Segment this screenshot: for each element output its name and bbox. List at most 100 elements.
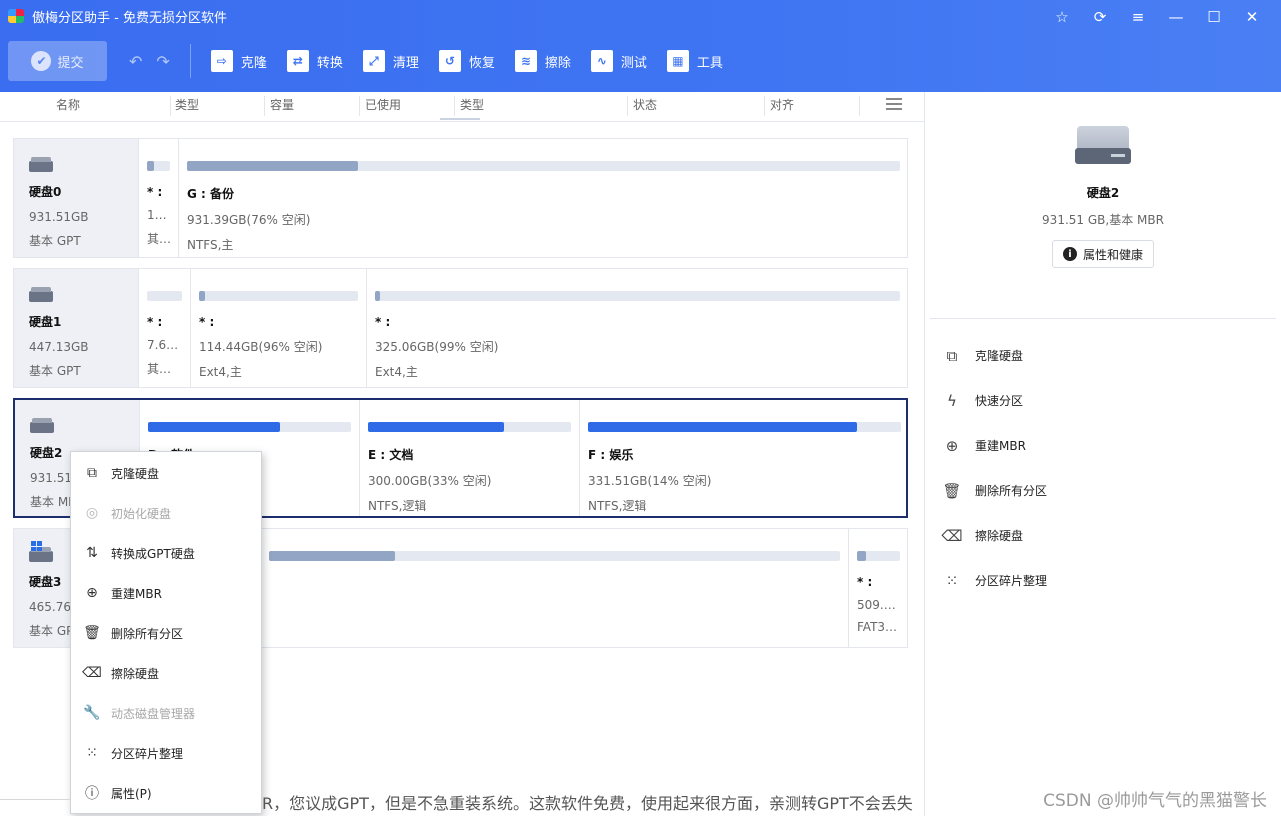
minimize-button[interactable]: — <box>1157 4 1195 30</box>
toolbar-clone-button[interactable]: ⇨ 克隆 <box>210 50 267 72</box>
menu-item-label: 动态磁盘管理器 <box>111 706 196 721</box>
properties-health-button[interactable]: i 属性和健康 <box>1051 240 1154 268</box>
partition-fs: NTFS,逻辑 <box>368 499 427 513</box>
undo-icon[interactable]: ↶ <box>129 52 142 71</box>
close-button[interactable]: ✕ <box>1233 4 1271 30</box>
toolbar-label: 清理 <box>392 55 419 71</box>
partition-block[interactable]: E : 文档 300.00GB(33% 空闲) NTFS,逻辑 <box>359 400 579 516</box>
menu-item-label: 转换成GPT硬盘 <box>111 546 195 561</box>
action-label: 克隆硬盘 <box>975 349 1024 363</box>
column-divider <box>764 96 765 116</box>
disk-card[interactable]: 硬盘0 931.51GB 基本 GPT * : 128... 其... G : 备份 931.… <box>13 138 908 258</box>
undo-redo-group: ↶ ↷ <box>129 52 170 71</box>
action-label: 重建MBR <box>975 439 1026 453</box>
partition-free: 931.39GB(76% 空闲) <box>187 213 311 227</box>
action-rebuild-mbr[interactable]: ⊕ 重建MBR <box>925 423 1281 468</box>
watermark: CSDN @帅帅气气的黑猫警长 <box>1043 791 1267 811</box>
toolbar-divider <box>189 44 191 78</box>
partition-block[interactable]: * : 114.44GB(96% 空闲) Ext4,主 <box>190 269 366 387</box>
menu-item-info[interactable]: ⓘ 属性(P) <box>71 773 261 813</box>
rebuild-mbr-icon: ⊕ <box>86 585 98 601</box>
disk-size: 447.13GB <box>29 340 89 354</box>
defrag-icon: ⁙ <box>945 571 959 590</box>
toolbar-erase-button[interactable]: ≋ 擦除 <box>514 50 571 72</box>
partition-free: 128... <box>147 208 170 222</box>
trash-icon: 🗑 <box>942 481 962 500</box>
star-icon[interactable]: ☆ <box>1043 4 1081 30</box>
app-title: 傲梅分区助手 - 免费无损分区软件 <box>32 10 227 26</box>
hard-disk-icon <box>29 287 53 303</box>
menu-icon[interactable]: ≡ <box>1119 4 1157 30</box>
toolbar-convert-button[interactable]: ⇄ 转换 <box>286 50 343 72</box>
toolbar-clean-button[interactable]: ⤢ 清理 <box>362 50 419 72</box>
column-menu-icon[interactable] <box>886 98 902 110</box>
hard-disk-icon <box>1075 126 1131 166</box>
partition-label: * : <box>147 185 163 199</box>
usage-bar <box>857 551 900 561</box>
toolbar-test-button[interactable]: ∿ 测试 <box>590 50 647 72</box>
partition-label: E : 文档 <box>368 448 414 462</box>
disk-info: 硬盘1 447.13GB 基本 GPT <box>14 269 138 387</box>
disk-type: 基本 GPT <box>29 364 81 378</box>
partition-block[interactable]: * : 509.88... FAT32,... <box>848 529 908 647</box>
column-sort-indicator <box>440 118 480 120</box>
column-name[interactable]: 名称 <box>56 92 80 122</box>
partition-block[interactable] <box>260 529 848 647</box>
action-eraser[interactable]: ⌫ 擦除硬盘 <box>925 513 1281 558</box>
partition-label: F : 娱乐 <box>588 448 634 462</box>
usage-bar <box>147 161 170 171</box>
toolbar-tools-button[interactable]: ▦ 工具 <box>666 50 723 72</box>
refresh-icon[interactable]: ⟳ <box>1081 4 1119 30</box>
disk-card[interactable]: 硬盘1 447.13GB 基本 GPT * : 7.63G... 其他,主 * : 114.4… <box>13 268 908 388</box>
title-toolbar-area: 傲梅分区助手 - 免费无损分区软件 ☆ ⟳ ≡ — ☐ ✕ ✔ 提交 ↶ ↷ ⇨… <box>0 0 1281 92</box>
init-disk-icon: ◎ <box>85 505 99 521</box>
action-label: 分区碎片整理 <box>975 574 1048 588</box>
submit-button[interactable]: ✔ 提交 <box>8 41 107 81</box>
menu-item-wrench: 🔧 动态磁盘管理器 <box>71 693 261 733</box>
partition-block[interactable]: F : 娱乐 331.51GB(14% 空闲) NTFS,逻辑 <box>579 400 909 516</box>
redo-icon[interactable]: ↷ <box>156 52 169 71</box>
clone-disk-icon: ⧉ <box>87 465 97 481</box>
menu-item-eraser[interactable]: ⌫ 擦除硬盘 <box>71 653 261 693</box>
column-status[interactable]: 状态 <box>633 92 657 122</box>
action-defrag[interactable]: ⁙ 分区碎片整理 <box>925 558 1281 603</box>
action-label: 删除所有分区 <box>975 484 1048 498</box>
usage-bar <box>199 291 358 301</box>
partition-block[interactable]: * : 7.63G... 其他,主 <box>138 269 190 387</box>
partition-block[interactable]: * : 325.06GB(99% 空闲) Ext4,主 <box>366 269 908 387</box>
selected-disk-desc: 931.51 GB,基本 MBR <box>1042 213 1164 227</box>
column-header: 名称 类型 容量 已使用 类型 状态 对齐 <box>0 92 924 122</box>
clone-icon: ⇨ <box>210 50 233 72</box>
menu-item-convert-gpt[interactable]: ⇅ 转换成GPT硬盘 <box>71 533 261 573</box>
action-lightning[interactable]: ϟ 快速分区 <box>925 378 1281 423</box>
partition-fs: Ext4,主 <box>375 365 418 379</box>
menu-item-label: 克隆硬盘 <box>111 466 160 481</box>
partition-fs: NTFS,主 <box>187 238 234 252</box>
usage-fill <box>368 422 504 432</box>
menu-item-clone-disk[interactable]: ⧉ 克隆硬盘 <box>71 453 261 493</box>
partition-block[interactable]: G : 备份 931.39GB(76% 空闲) NTFS,主 <box>178 139 908 257</box>
column-align[interactable]: 对齐 <box>770 92 794 122</box>
action-clone-disk[interactable]: ⧉ 克隆硬盘 <box>925 333 1281 378</box>
info-icon: i <box>1062 247 1077 261</box>
check-icon: ✔ <box>31 51 52 71</box>
usage-bar <box>147 291 182 301</box>
column-type[interactable]: 类型 <box>175 92 199 122</box>
toolbar-label: 测试 <box>620 55 647 71</box>
tools-icon: ▦ <box>666 50 689 72</box>
toolbar-recover-button[interactable]: ↺ 恢复 <box>438 50 495 72</box>
menu-item-trash[interactable]: 🗑 删除所有分区 <box>71 613 261 653</box>
action-trash[interactable]: 🗑 删除所有分区 <box>925 468 1281 513</box>
partition-block[interactable]: * : 128... 其... <box>138 139 178 257</box>
column-used[interactable]: 已使用 <box>365 92 401 122</box>
column-divider <box>454 96 455 116</box>
menu-item-defrag[interactable]: ⁙ 分区碎片整理 <box>71 733 261 773</box>
column-capacity[interactable]: 容量 <box>270 92 294 122</box>
maximize-button[interactable]: ☐ <box>1195 4 1233 30</box>
partition-free: 509.88... <box>857 598 900 612</box>
menu-item-rebuild-mbr[interactable]: ⊕ 重建MBR <box>71 573 261 613</box>
disk-detail-panel: 硬盘2 931.51 GB,基本 MBR i 属性和健康 ⧉ 克隆硬盘 ϟ 快速分区 ⊕… <box>924 92 1281 816</box>
disk-actions-list: ⧉ 克隆硬盘 ϟ 快速分区 ⊕ 重建MBR 🗑 删除所有分区 ⌫ 擦除硬盘 ⁙ 分区碎片整理 <box>925 319 1281 603</box>
system-disk-icon <box>29 541 53 563</box>
toolbar-label: 转换 <box>316 55 343 71</box>
